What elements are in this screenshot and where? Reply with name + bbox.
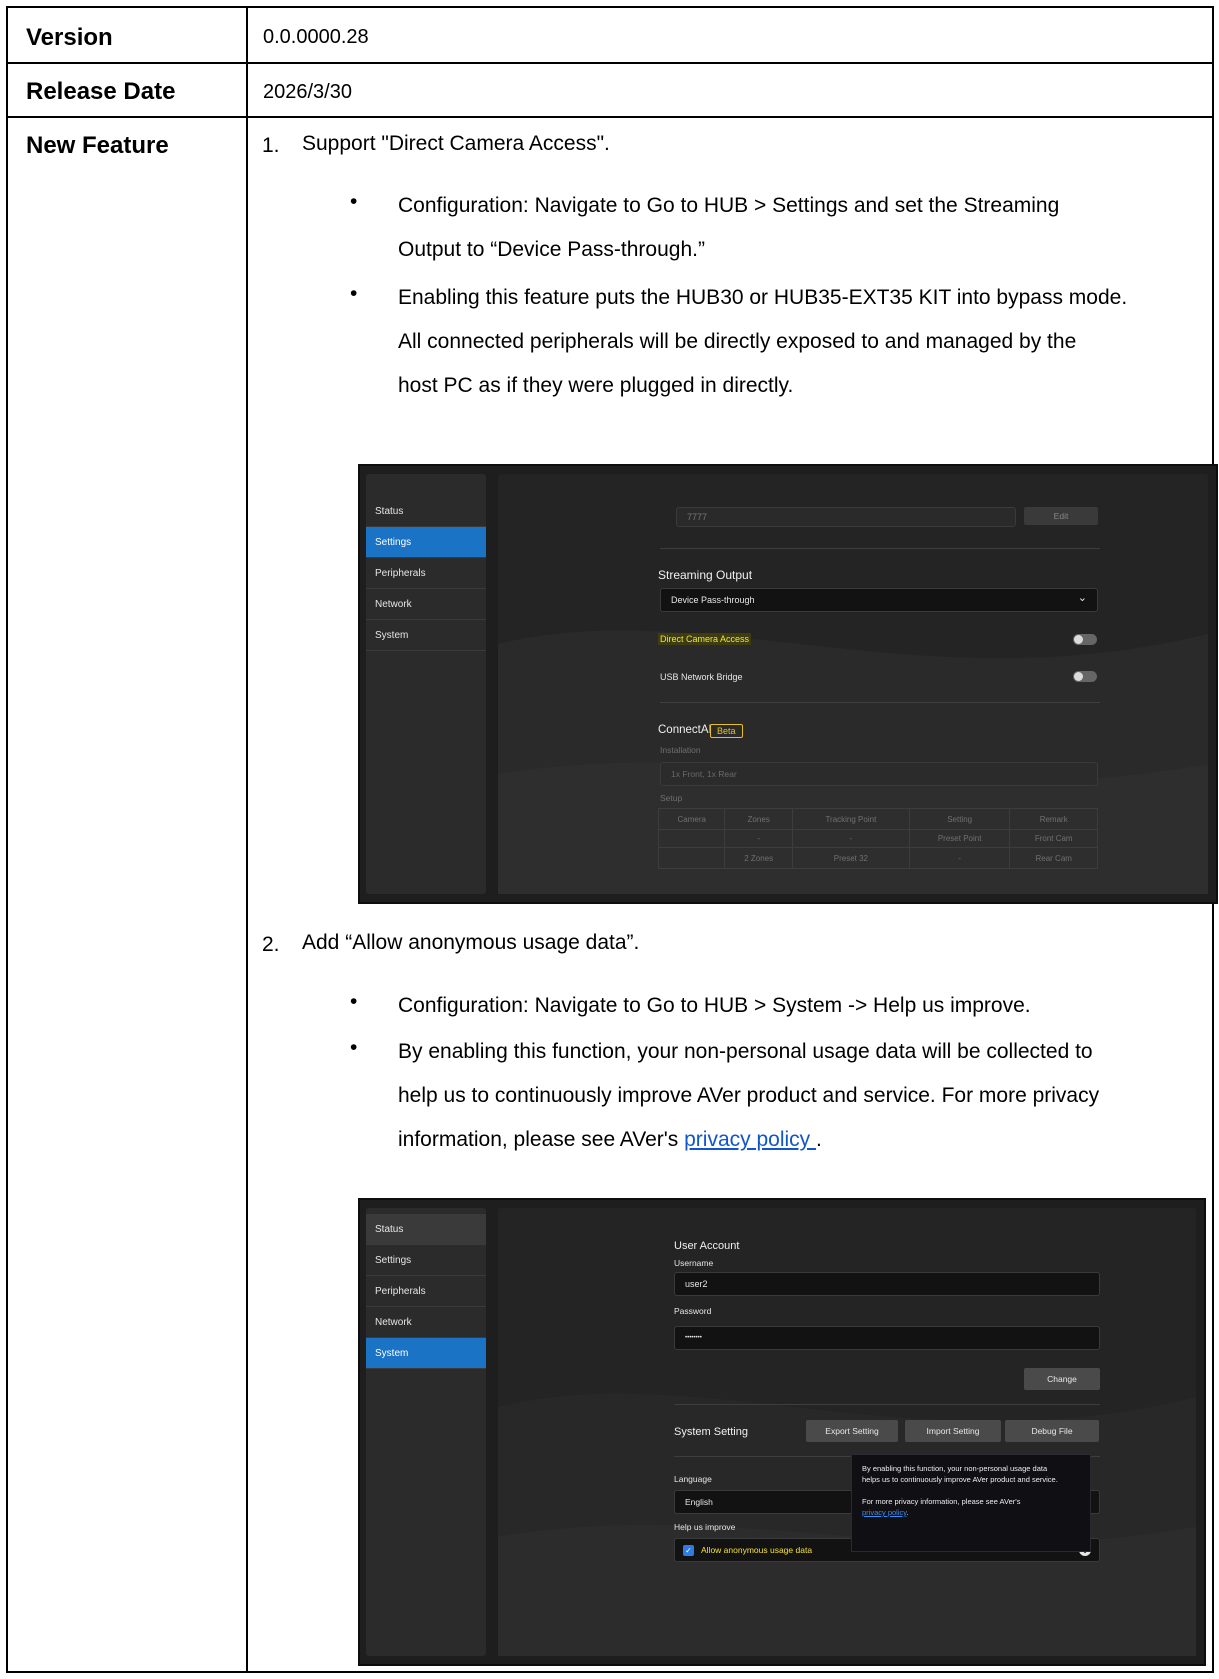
table-row: 2 Zones Preset 32 - Rear Cam	[657, 847, 1098, 869]
privacy-policy-link[interactable]: privacy policy	[684, 1128, 816, 1151]
table-cell	[657, 829, 726, 848]
edit-button[interactable]: Edit	[1024, 507, 1098, 525]
sidebar-item-network[interactable]: Network	[366, 1307, 486, 1338]
settings-screenshot: Status Settings Peripherals Network Syst…	[358, 464, 1218, 904]
user-account-title: User Account	[674, 1240, 740, 1252]
table-header: Tracking Point	[791, 808, 910, 830]
version-value: 0.0.0000.28	[263, 26, 369, 48]
export-setting-button[interactable]: Export Setting	[806, 1420, 898, 1442]
shot1-main: 7777 Edit Streaming Output Device Pass-t…	[498, 474, 1208, 894]
bullet-glyph: •	[350, 190, 358, 213]
version-label: Version	[26, 24, 113, 51]
help-us-improve-label: Help us improve	[674, 1522, 736, 1532]
table-header: Camera	[657, 808, 726, 830]
feature-2-bullet-1: Configuration: Navigate to Go to HUB > S…	[398, 994, 1031, 1017]
setup-label: Setup	[660, 793, 683, 803]
feature-1-number: 1.	[262, 134, 280, 157]
feature-2-title: Add “Allow anonymous usage data”.	[302, 931, 640, 954]
installation-label: Installation	[660, 745, 701, 755]
release-date-value: 2026/3/30	[263, 81, 352, 103]
allow-usage-label: Allow anonymous usage data	[701, 1545, 813, 1555]
bullet-glyph: •	[350, 282, 358, 305]
feature-2-number: 2.	[262, 933, 280, 956]
connectai-title: ConnectAI	[658, 724, 712, 736]
release-date-row: Release Date 2026/3/30	[8, 64, 1212, 118]
column-divider	[246, 8, 248, 62]
table-cell: Preset Point	[908, 829, 1011, 848]
password-field[interactable]: ••••••••	[674, 1326, 1100, 1350]
usb-network-bridge-label: USB Network Bridge	[660, 672, 743, 682]
new-feature-row: New Feature 1. Support "Direct Camera Ac…	[8, 118, 1218, 1673]
sidebar-item-peripherals[interactable]: Peripherals	[366, 558, 486, 589]
divider	[674, 1404, 1100, 1405]
id-field[interactable]: 7777	[676, 507, 1016, 527]
table-cell: Front Cam	[1009, 829, 1098, 848]
table-cell: -	[908, 847, 1011, 869]
table-cell	[657, 847, 726, 869]
setup-table: Camera Zones Tracking Point Setting Rema…	[657, 808, 1098, 869]
sidebar-item-settings[interactable]: Settings	[366, 1245, 486, 1276]
usb-network-bridge-toggle[interactable]	[1073, 671, 1097, 682]
release-notes-table: Version 0.0.0000.28 Release Date 2026/3/…	[6, 6, 1218, 1673]
username-field[interactable]: user2	[674, 1272, 1100, 1296]
feature-1-title: Support "Direct Camera Access".	[302, 132, 610, 155]
tooltip-privacy-link[interactable]: privacy policy	[862, 1508, 906, 1517]
direct-camera-access-toggle[interactable]	[1073, 634, 1097, 645]
table-header-row: Camera Zones Tracking Point Setting Rema…	[657, 808, 1098, 830]
table-cell: Rear Cam	[1009, 847, 1098, 869]
table-cell: 2 Zones	[724, 847, 793, 869]
shot1-sidebar: Status Settings Peripherals Network Syst…	[366, 474, 486, 894]
shot2-sidebar: Status Settings Peripherals Network Syst…	[366, 1208, 486, 1656]
feature-1-bullet-2: Enabling this feature puts the HUB30 or …	[398, 286, 1128, 397]
version-row: Version 0.0.0000.28	[8, 8, 1212, 64]
beta-badge: Beta	[710, 724, 743, 738]
table-header: Setting	[908, 808, 1011, 830]
chevron-down-icon: ⌄	[1077, 592, 1087, 604]
privacy-tooltip: By enabling this function, your non-pers…	[851, 1454, 1091, 1552]
sidebar-item-status[interactable]: Status	[366, 496, 486, 527]
sidebar-item-network[interactable]: Network	[366, 589, 486, 620]
sidebar-item-system[interactable]: System	[366, 1338, 486, 1369]
language-label: Language	[674, 1474, 712, 1484]
feature-2-bullet-2: By enabling this function, your non-pers…	[398, 1040, 1100, 1151]
import-setting-button[interactable]: Import Setting	[905, 1420, 1001, 1442]
table-cell: Preset 32	[791, 847, 910, 869]
divider	[660, 548, 1100, 549]
streaming-output-title: Streaming Output	[658, 568, 753, 582]
bullet-glyph: •	[350, 1036, 358, 1059]
shot2-main: User Account Username user2 Password •••…	[498, 1208, 1196, 1656]
username-label: Username	[674, 1258, 714, 1268]
streaming-output-value: Device Pass-through	[671, 595, 755, 605]
column-divider	[246, 64, 248, 116]
debug-file-button[interactable]: Debug File	[1005, 1420, 1099, 1442]
new-feature-label: New Feature	[26, 132, 169, 159]
release-date-label: Release Date	[26, 78, 176, 105]
divider	[660, 702, 1100, 703]
feature-1-bullet-1: Configuration: Navigate to Go to HUB > S…	[398, 194, 1060, 261]
table-header: Remark	[1009, 808, 1098, 830]
system-screenshot: Status Settings Peripherals Network Syst…	[358, 1198, 1206, 1666]
sidebar-item-system[interactable]: System	[366, 620, 486, 651]
sidebar-item-status[interactable]: Status	[366, 1214, 486, 1245]
change-button[interactable]: Change	[1024, 1368, 1100, 1390]
bullet-glyph: •	[350, 990, 358, 1013]
sidebar-item-peripherals[interactable]: Peripherals	[366, 1276, 486, 1307]
system-setting-title: System Setting	[674, 1426, 748, 1438]
installation-field[interactable]: 1x Front, 1x Rear	[660, 762, 1098, 786]
table-header: Zones	[724, 808, 793, 830]
table-cell: -	[791, 829, 910, 848]
table-row: - - Preset Point Front Cam	[657, 829, 1098, 848]
column-divider	[246, 118, 248, 1673]
streaming-output-select[interactable]: Device Pass-through ⌄	[660, 588, 1098, 612]
table-cell: -	[724, 829, 793, 848]
password-label: Password	[674, 1306, 712, 1316]
sidebar-item-settings[interactable]: Settings	[366, 527, 486, 558]
allow-usage-checkbox[interactable]: ✓	[683, 1545, 694, 1556]
direct-camera-access-label: Direct Camera Access	[658, 633, 752, 645]
